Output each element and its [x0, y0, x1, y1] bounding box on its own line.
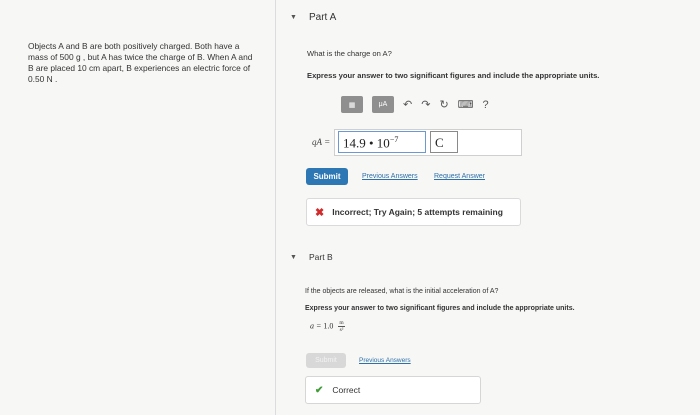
- request-answer-link[interactable]: Request Answer: [434, 173, 485, 180]
- value-base: 14.9 • 10: [343, 135, 390, 151]
- keyboard-icon[interactable]: ⌨: [458, 98, 474, 111]
- incorrect-feedback: ✖ Incorrect; Try Again; 5 attempts remai…: [306, 198, 521, 226]
- part-b-previous-answers-link[interactable]: Previous Answers: [359, 357, 411, 364]
- correct-feedback: ✔ Correct: [305, 376, 481, 404]
- part-b-answer: a = 1.0 m s²: [310, 320, 345, 333]
- value-exponent: −7: [389, 135, 399, 144]
- unit-input[interactable]: C: [430, 131, 458, 153]
- unit-denominator: s²: [339, 327, 344, 333]
- undo-icon[interactable]: ↶: [403, 98, 412, 111]
- problem-statement: Objects A and B are both positively char…: [28, 41, 253, 84]
- part-a-question: What is the charge on A?: [307, 49, 392, 58]
- part-a-collapse-icon[interactable]: ▼: [290, 14, 297, 21]
- part-b-submit-button: Submit: [306, 353, 346, 368]
- unit-numerator: m: [338, 320, 345, 327]
- previous-answers-link[interactable]: Previous Answers: [362, 173, 418, 180]
- answer-variable-label: qA =: [312, 137, 331, 147]
- math-toolbar: ▦ μA ↶ ↷ ↻ ⌨ ?: [341, 96, 489, 113]
- part-b-variable: a =: [310, 321, 322, 331]
- panel-divider: [275, 0, 276, 415]
- part-b-question: If the objects are released, what is the…: [305, 288, 499, 295]
- part-b-value: 1.0: [323, 321, 334, 331]
- part-b-collapse-icon[interactable]: ▼: [290, 254, 297, 261]
- help-icon[interactable]: ?: [483, 99, 489, 111]
- part-a-title[interactable]: Part A: [309, 12, 336, 23]
- part-a-instruction: Express your answer to two significant f…: [307, 71, 600, 80]
- correct-text: Correct: [332, 385, 361, 395]
- part-b-title[interactable]: Part B: [309, 252, 333, 262]
- part-b-instruction: Express your answer to two significant f…: [305, 305, 575, 312]
- part-b-unit: m s²: [338, 320, 345, 333]
- submit-button[interactable]: Submit: [306, 168, 348, 185]
- feedback-text: Incorrect; Try Again; 5 attempts remaini…: [332, 207, 503, 217]
- check-icon: ✔: [315, 384, 324, 396]
- template-button[interactable]: ▦: [341, 96, 363, 113]
- units-button[interactable]: μA: [372, 96, 394, 113]
- reset-icon[interactable]: ↻: [439, 98, 448, 111]
- value-input[interactable]: 14.9 • 10−7: [338, 131, 426, 153]
- incorrect-icon: ✖: [315, 206, 325, 219]
- redo-icon[interactable]: ↷: [421, 98, 430, 111]
